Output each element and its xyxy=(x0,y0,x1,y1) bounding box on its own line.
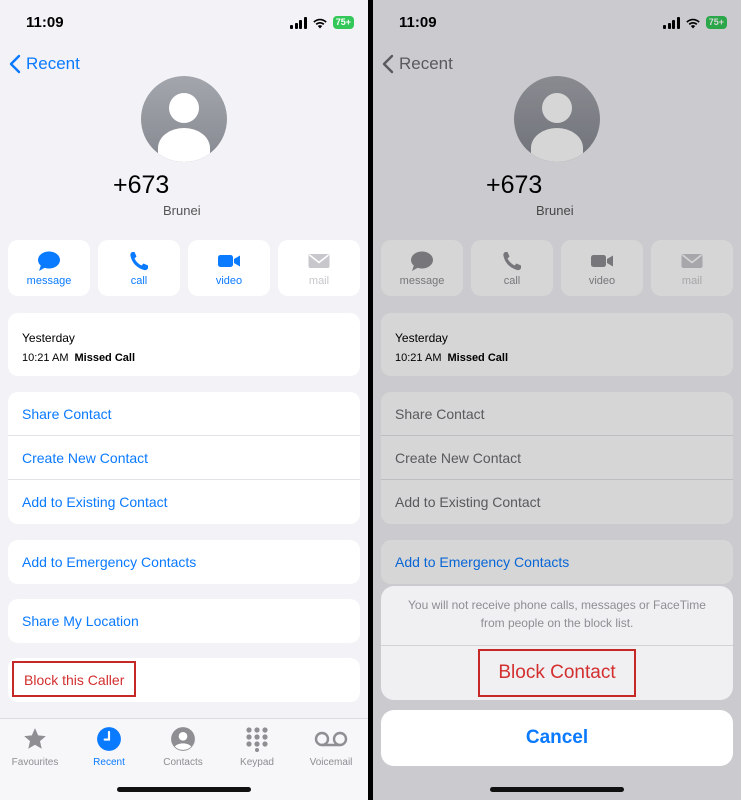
tab-recent-label: Recent xyxy=(93,757,125,768)
share-location-card: Share My Location xyxy=(8,599,360,643)
contact-number: +673 xyxy=(113,171,170,199)
action-sheet-message: You will not receive phone calls, messag… xyxy=(381,586,733,646)
back-button[interactable]: Recent xyxy=(8,54,80,74)
share-my-location-button[interactable]: Share My Location xyxy=(8,599,360,643)
tab-voicemail-label: Voicemail xyxy=(309,757,353,768)
call-button[interactable]: call xyxy=(98,240,180,296)
message-label: message xyxy=(26,274,72,287)
status-bar: 11:09 75+ xyxy=(0,10,368,36)
cancel-button[interactable]: Cancel xyxy=(381,710,733,766)
share-contact-button[interactable]: Share Contact xyxy=(8,392,360,436)
battery-icon: 75+ xyxy=(332,16,354,29)
recent-day: Yesterday xyxy=(22,331,75,345)
tab-voicemail[interactable]: Voicemail xyxy=(296,725,366,768)
mail-button[interactable]: mail xyxy=(278,240,360,296)
call-label: call xyxy=(130,274,148,287)
voicemail-icon xyxy=(314,731,348,747)
message-button[interactable]: message xyxy=(8,240,90,296)
emergency-card: Add to Emergency Contacts xyxy=(8,540,360,584)
tab-keypad-label: Keypad xyxy=(240,757,274,768)
message-bubble-icon xyxy=(38,251,60,271)
home-indicator xyxy=(490,787,624,792)
star-icon xyxy=(24,728,46,749)
quick-actions: message call video mail xyxy=(8,240,360,296)
mail-label: mail xyxy=(308,274,330,287)
tab-bar: Favourites Recent Contacts Keypad Voicem… xyxy=(0,718,368,800)
add-to-emergency-contacts-button[interactable]: Add to Emergency Contacts xyxy=(8,540,360,584)
contact-country: Brunei xyxy=(163,203,201,218)
video-button[interactable]: video xyxy=(188,240,270,296)
action-sheet: You will not receive phone calls, messag… xyxy=(381,586,733,700)
status-time: 11:09 xyxy=(26,14,64,31)
block-card: Block this Caller xyxy=(8,658,360,702)
block-this-caller-button[interactable]: Block this Caller xyxy=(12,661,137,697)
person-circle-icon xyxy=(171,727,195,751)
mail-envelope-icon xyxy=(308,253,330,268)
tab-recent[interactable]: Recent xyxy=(74,725,144,768)
tab-contacts[interactable]: Contacts xyxy=(148,725,218,768)
clock-icon xyxy=(97,727,121,751)
recent-type: Missed Call xyxy=(74,352,136,364)
wifi-icon xyxy=(313,18,327,28)
tab-favourites[interactable]: Favourites xyxy=(0,725,70,768)
back-label: Recent xyxy=(26,54,80,73)
tab-keypad[interactable]: Keypad xyxy=(222,725,292,768)
video-label: video xyxy=(215,274,243,287)
chevron-left-icon xyxy=(9,54,21,74)
avatar xyxy=(141,76,227,162)
add-to-existing-contact-button[interactable]: Add to Existing Contact xyxy=(8,480,360,524)
tab-favourites-label: Favourites xyxy=(11,757,59,768)
block-confirmation-screen: 11:09 75+ Recent +673 Brunei message cal… xyxy=(373,0,741,800)
recent-call-line: 10:21 AM Missed Call xyxy=(22,352,135,364)
recent-call-card: Yesterday 10:21 AM Missed Call xyxy=(8,313,360,376)
contact-options-card: Share Contact Create New Contact Add to … xyxy=(8,392,360,524)
contact-detail-screen: 11:09 75+ Recent +673 Brunei message cal… xyxy=(0,0,368,800)
home-indicator xyxy=(117,787,251,792)
keypad-icon xyxy=(246,727,268,752)
block-contact-button[interactable]: Block Contact xyxy=(478,649,636,697)
phone-icon xyxy=(130,251,148,270)
create-new-contact-button[interactable]: Create New Contact xyxy=(8,436,360,480)
recent-time: 10:21 AM xyxy=(22,352,69,364)
video-camera-icon xyxy=(218,254,240,267)
tab-contacts-label: Contacts xyxy=(163,757,203,768)
signal-icon xyxy=(290,16,307,29)
